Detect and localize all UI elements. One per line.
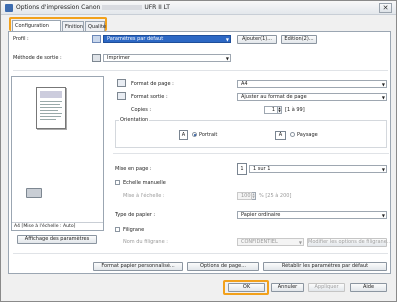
chevron-down-icon: ▼ bbox=[381, 95, 385, 100]
output-method-select[interactable]: Imprimer ▼ bbox=[103, 54, 231, 62]
layout-label: Mise en page : bbox=[115, 166, 152, 172]
show-settings-button[interactable]: Affichage des paramètres bbox=[17, 235, 97, 244]
page-size-label: Format de page : bbox=[131, 81, 174, 87]
output-size-label: Format sortie : bbox=[131, 94, 168, 100]
watermark-checkbox[interactable] bbox=[115, 227, 120, 232]
output-size-select[interactable]: Ajuster au format de page ▼ bbox=[237, 93, 387, 101]
paper-type-select[interactable]: Papier ordinaire ▼ bbox=[237, 211, 387, 219]
scale-range: % [25 à 200] bbox=[259, 193, 292, 199]
profile-select[interactable]: Paramètres par défaut ▼ bbox=[103, 35, 231, 43]
tab-quality[interactable]: Qualité bbox=[85, 21, 106, 31]
title-bar: Options d'impression Canon UFR II LT ✕ bbox=[1, 1, 396, 15]
copies-stepper[interactable]: ▲ ▼ bbox=[278, 106, 282, 114]
divider bbox=[13, 253, 388, 254]
output-size-icon bbox=[117, 92, 126, 100]
page-options-button[interactable]: Options de page... bbox=[187, 262, 259, 271]
chevron-down-icon: ▼ bbox=[381, 82, 385, 87]
landscape-label: Paysage bbox=[297, 132, 318, 138]
watermark-select[interactable]: CONFIDENTIEL ▼ bbox=[237, 238, 304, 246]
orientation-group bbox=[115, 120, 387, 148]
chevron-down-icon: ▼ bbox=[225, 37, 229, 42]
tab-finishing[interactable]: Finition bbox=[62, 21, 84, 31]
tab-strip: Configuration page Finition Qualité bbox=[9, 17, 107, 37]
watermark-label: Filigrane bbox=[123, 227, 145, 233]
page-preview: A4 [Mise à l'échelle : Auto] bbox=[11, 76, 104, 231]
scale-input[interactable]: 100 bbox=[237, 192, 252, 200]
watermark-options-button[interactable]: Modifier les options de filigrane... bbox=[307, 238, 392, 247]
landscape-radio[interactable] bbox=[290, 132, 295, 137]
portrait-icon: A bbox=[179, 130, 188, 140]
copies-label: Copies : bbox=[131, 107, 152, 113]
scale-label: Mise à l'échelle : bbox=[123, 193, 165, 199]
manual-scale-label: Echelle manuelle bbox=[123, 180, 166, 186]
close-button[interactable]: ✕ bbox=[379, 3, 392, 13]
add-profile-button[interactable]: Ajouter(1)... bbox=[237, 35, 277, 44]
paper-type-label: Type de papier : bbox=[115, 212, 156, 218]
manual-scale-checkbox[interactable] bbox=[115, 180, 120, 185]
chevron-down-icon: ▼ bbox=[298, 240, 302, 245]
restore-defaults-button[interactable]: Rétablir les paramètres par défaut bbox=[263, 262, 387, 271]
apply-button[interactable]: Appliquer bbox=[308, 283, 345, 292]
edit-profile-button[interactable]: Edition(2)... bbox=[281, 35, 317, 44]
print-icon bbox=[92, 54, 101, 62]
printer-icon bbox=[26, 188, 42, 198]
chevron-down-icon: ▼ bbox=[381, 167, 385, 172]
ok-button[interactable]: OK bbox=[228, 283, 265, 292]
profile-icon bbox=[92, 35, 101, 43]
page-size-icon bbox=[117, 79, 126, 87]
redacted-printer-name bbox=[102, 5, 143, 10]
layout-num-icon: 1 bbox=[237, 163, 247, 175]
layout-select[interactable]: 1 sur 1 ▼ bbox=[249, 165, 387, 173]
copies-range: [1 à 99] bbox=[285, 107, 305, 113]
profile-label: Profil : bbox=[13, 36, 29, 42]
chevron-down-icon: ▼ bbox=[225, 56, 229, 61]
paper-preview bbox=[36, 87, 66, 129]
copies-input[interactable]: 1 bbox=[264, 106, 278, 114]
page-setup-panel: Profil : Paramètres par défaut ▼ Ajouter(… bbox=[8, 31, 392, 274]
window-title: Options d'impression Canon UFR II LT bbox=[16, 4, 170, 11]
orientation-label: Orientation bbox=[119, 117, 150, 123]
help-button[interactable]: Aide bbox=[350, 283, 387, 292]
cancel-button[interactable]: Annuler bbox=[271, 283, 304, 292]
printer-app-icon bbox=[5, 4, 13, 12]
divider bbox=[13, 70, 388, 71]
preview-caption: A4 [Mise à l'échelle : Auto] bbox=[12, 222, 103, 230]
portrait-label: Portrait bbox=[199, 132, 218, 138]
portrait-radio[interactable] bbox=[192, 132, 197, 137]
page-size-select[interactable]: A4 ▼ bbox=[237, 80, 387, 88]
landscape-icon: A bbox=[275, 131, 286, 140]
watermark-name-label: Nom du filigrane : bbox=[123, 239, 168, 245]
divider bbox=[113, 153, 389, 154]
output-method-label: Méthode de sortie : bbox=[13, 55, 62, 61]
chevron-down-icon: ▼ bbox=[381, 213, 385, 218]
custom-paper-button[interactable]: Format papier personnalisé... bbox=[93, 262, 183, 271]
print-options-window: Options d'impression Canon UFR II LT ✕ Co… bbox=[0, 0, 397, 302]
scale-stepper[interactable]: ▲ ▼ bbox=[252, 192, 256, 200]
